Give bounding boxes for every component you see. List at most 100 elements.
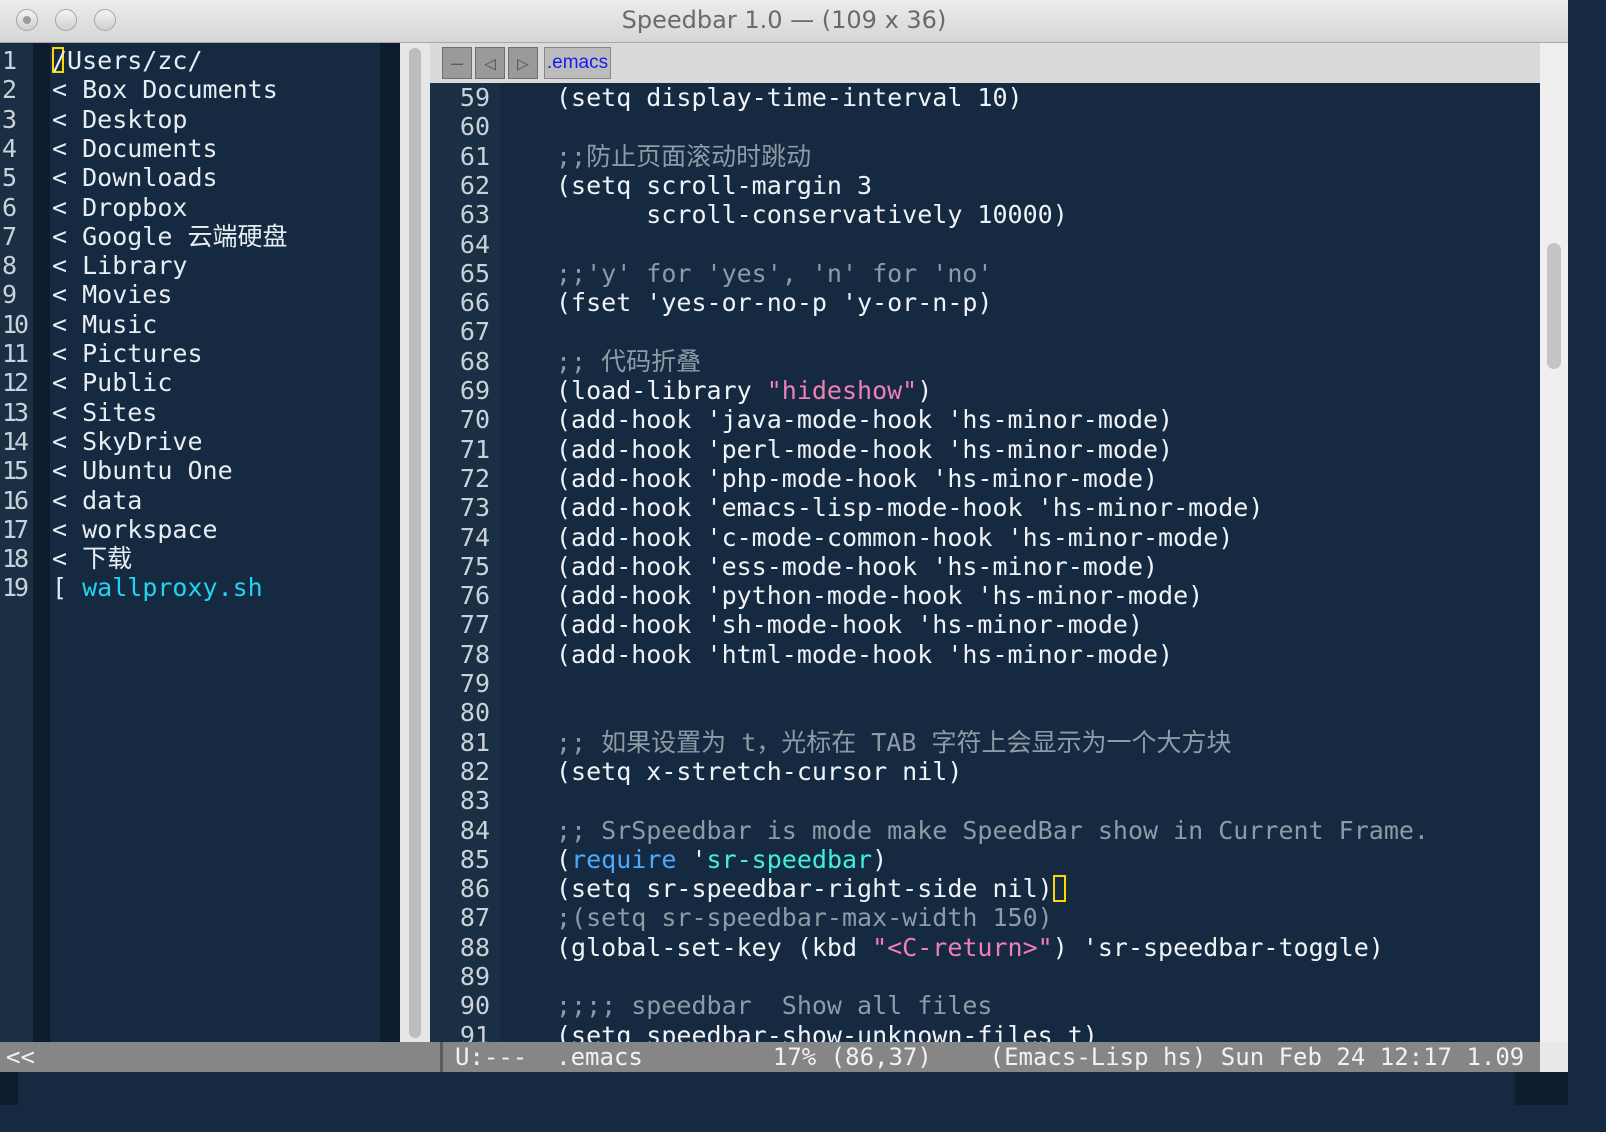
code-line[interactable]: ;; 代码折叠 [556, 347, 701, 376]
speedbar-directory-entry[interactable]: < Box Documents [52, 75, 278, 104]
code-token: (add-hook 'php-mode-hook 'hs-minor-mode) [556, 463, 1159, 493]
code-line[interactable]: ;(setq sr-speedbar-max-width 150) [556, 903, 1053, 932]
speedbar-directory-entry[interactable]: < 下载 [52, 544, 132, 573]
line-number: 63 [459, 200, 490, 230]
code-line[interactable]: (add-hook 'php-mode-hook 'hs-minor-mode) [556, 464, 1158, 493]
code-token: (global-set-key (kbd [556, 932, 873, 962]
editor-scrollbar[interactable] [1540, 43, 1568, 1042]
speedbar-file-name[interactable]: wallproxy.sh [82, 573, 263, 602]
line-number: 80 [459, 698, 490, 728]
code-comment: ;;;; speedbar Show all files [556, 991, 993, 1021]
editor-pane[interactable]: — ◁ ▷ .emacs 59 (setq display-time-interv… [430, 43, 1540, 1042]
speedbar-directory-entry[interactable]: < workspace [52, 515, 218, 544]
speedbar-line-number: 16 [2, 485, 29, 515]
speedbar-file-entry[interactable]: [ wallproxy.sh [52, 573, 263, 602]
speedbar-line-number: 14 [2, 426, 29, 456]
editor-scrollbar-thumb[interactable] [1547, 243, 1561, 369]
speedbar-item[interactable]: 11 < Pictures [0, 339, 380, 368]
code-line[interactable]: (setq speedbar-show-unknown-files t) [556, 1021, 1098, 1042]
speedbar-item[interactable]: 12 < Public [0, 368, 380, 397]
speedbar-directory-entry[interactable]: < Sites [52, 398, 157, 427]
speedbar-directory-entry[interactable]: < SkyDrive [52, 427, 203, 456]
code-line[interactable]: (add-hook 'java-mode-hook 'hs-minor-mode… [556, 405, 1173, 434]
speedbar-directory-entry[interactable]: < Pictures [52, 339, 203, 368]
speedbar-item[interactable]: 16 < data [0, 486, 380, 515]
code-line[interactable]: (add-hook 'c-mode-common-hook 'hs-minor-… [556, 523, 1233, 552]
code-line[interactable]: (setq x-stretch-cursor nil) [556, 757, 962, 786]
code-line[interactable]: (add-hook 'emacs-lisp-mode-hook 'hs-mino… [556, 493, 1263, 522]
code-line[interactable]: (setq display-time-interval 10) [556, 83, 1023, 112]
speedbar-directory-entry[interactable]: < data [52, 486, 142, 515]
speedbar-item[interactable]: 1/Users/zc/ [0, 46, 380, 75]
speedbar-item[interactable]: 6 < Dropbox [0, 193, 380, 222]
code-token: (fset 'yes-or-no-p 'y-or-n-p) [556, 288, 993, 318]
line-number: 68 [459, 346, 490, 376]
code-line[interactable]: (setq sr-speedbar-right-side nil) [556, 874, 1066, 903]
speedbar-scrollbar[interactable] [400, 43, 430, 1042]
speedbar-scrollbar-thumb[interactable] [409, 48, 421, 1038]
speedbar-item[interactable]: 15 < Ubuntu One [0, 456, 380, 485]
code-line[interactable]: (add-hook 'sh-mode-hook 'hs-minor-mode) [556, 610, 1143, 639]
speedbar-line-number: 15 [2, 456, 29, 486]
line-number: 71 [459, 434, 490, 464]
code-line[interactable]: (add-hook 'ess-mode-hook 'hs-minor-mode) [556, 552, 1158, 581]
tab-emacs[interactable]: .emacs [544, 47, 611, 79]
line-number: 86 [459, 874, 490, 904]
code-line[interactable]: (load-library "hideshow") [556, 376, 932, 405]
speedbar-directory-entry[interactable]: < Downloads [52, 163, 218, 192]
speedbar-directory-entry[interactable]: < Documents [52, 134, 218, 163]
mode-line-divider [440, 1042, 443, 1072]
speedbar-root-path[interactable]: /Users/zc/ [52, 46, 203, 75]
tab-prev-button[interactable]: ◁ [475, 47, 505, 79]
speedbar-item[interactable]: 2 < Box Documents [0, 75, 380, 104]
speedbar-item[interactable]: 4 < Documents [0, 134, 380, 163]
code-line[interactable]: (add-hook 'html-mode-hook 'hs-minor-mode… [556, 640, 1173, 669]
speedbar-item[interactable]: 18 < 下载 [0, 544, 380, 573]
minibuffer[interactable] [0, 1072, 1568, 1105]
line-number: 59 [459, 83, 490, 112]
code-line[interactable]: (setq scroll-margin 3 [556, 171, 872, 200]
code-line[interactable]: ;;防止页面滚动时跳动 [556, 142, 811, 171]
speedbar-item[interactable]: 17 < workspace [0, 515, 380, 544]
code-line[interactable]: ;;'y' for 'yes', 'n' for 'no' [556, 259, 993, 288]
speedbar-directory-entry[interactable]: < Desktop [52, 105, 187, 134]
speedbar-directory-entry[interactable]: < Dropbox [52, 193, 187, 222]
speedbar-directory-entry[interactable]: < Library [52, 251, 187, 280]
code-comment: ;;防止页面滚动时跳动 [556, 141, 812, 171]
speedbar-item[interactable]: 3 < Desktop [0, 105, 380, 134]
code-line[interactable]: scroll-conservatively 10000) [556, 200, 1067, 229]
code-line[interactable]: ;; 如果设置为 t，光标在 TAB 字符上会显示为一个大方块 [556, 728, 1232, 757]
code-line[interactable]: ;; SrSpeedbar is mode make SpeedBar show… [556, 816, 1429, 845]
code-line[interactable]: (require 'sr-speedbar) [556, 845, 887, 874]
line-number: 72 [459, 463, 490, 493]
code-line[interactable]: (global-set-key (kbd "<C-return>") 'sr-s… [556, 933, 1384, 962]
speedbar-directory-entry[interactable]: < Public [52, 368, 172, 397]
code-line[interactable]: ;;;; speedbar Show all files [556, 991, 993, 1020]
speedbar-item[interactable]: 10 < Music [0, 310, 380, 339]
speedbar-directory-entry[interactable]: < Google 云端硬盘 [52, 222, 287, 251]
line-number: 60 [459, 112, 490, 142]
code-token: ' [676, 844, 707, 874]
speedbar-item[interactable]: 5 < Downloads [0, 163, 380, 192]
speedbar-item[interactable]: 8 < Library [0, 251, 380, 280]
speedbar-directory-entry[interactable]: < Ubuntu One [52, 456, 233, 485]
speedbar-item[interactable]: 19 [ wallproxy.sh [0, 573, 380, 602]
code-line[interactable]: (add-hook 'perl-mode-hook 'hs-minor-mode… [556, 435, 1173, 464]
speedbar-line-number: 8 [2, 251, 17, 281]
code-line[interactable]: (fset 'yes-or-no-p 'y-or-n-p) [556, 288, 993, 317]
tab-close-button[interactable]: — [442, 47, 472, 79]
speedbar-directory-entry[interactable]: < Music [52, 310, 157, 339]
speedbar-item[interactable]: 14 < SkyDrive [0, 427, 380, 456]
code-comment: ;;'y' for 'yes', 'n' for 'no' [556, 258, 993, 288]
code-token: (add-hook 'c-mode-common-hook 'hs-minor-… [556, 522, 1234, 552]
speedbar-item[interactable]: 7 < Google 云端硬盘 [0, 222, 380, 251]
line-number: 69 [459, 376, 490, 405]
code-line[interactable]: (add-hook 'python-mode-hook 'hs-minor-mo… [556, 581, 1203, 610]
tab-next-button[interactable]: ▷ [508, 47, 538, 79]
line-number: 85 [459, 844, 490, 874]
editor-mode-line-text: U:--- .emacs 17% (86,37) (Emacs-Lisp hs)… [455, 1043, 1525, 1071]
line-number: 91 [459, 1020, 490, 1042]
speedbar-item[interactable]: 13 < Sites [0, 398, 380, 427]
speedbar-item[interactable]: 9 < Movies [0, 280, 380, 309]
speedbar-directory-entry[interactable]: < Movies [52, 280, 172, 309]
